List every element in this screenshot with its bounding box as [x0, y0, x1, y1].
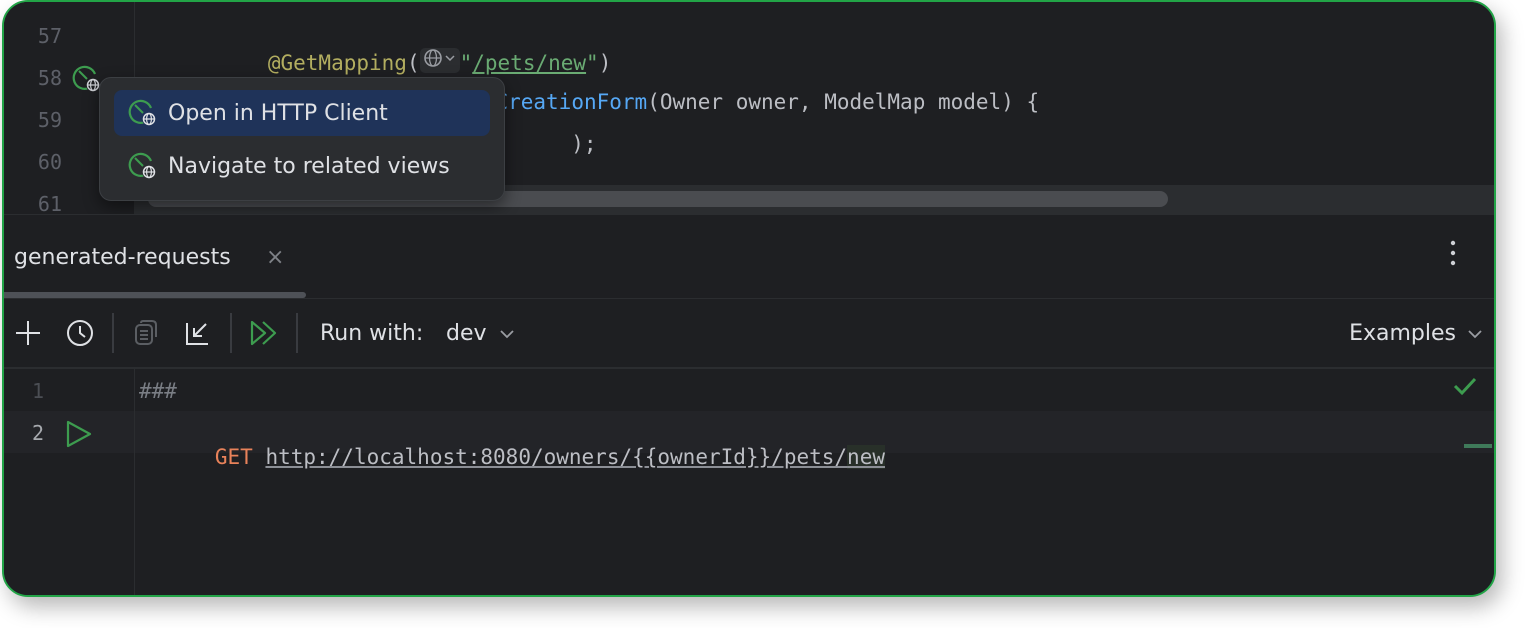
endpoint-globe-icon — [128, 98, 158, 128]
history-icon — [67, 320, 93, 346]
add-icon — [16, 321, 40, 345]
menu-item-label: Open in HTTP Client — [168, 100, 388, 126]
add-request-button[interactable] — [10, 315, 46, 351]
chevron-down-icon[interactable] — [1466, 325, 1484, 343]
chevron-down-icon[interactable] — [498, 325, 516, 343]
copy-button[interactable] — [128, 315, 164, 351]
tab-generated-requests[interactable]: generated-requests — [14, 245, 231, 270]
request-url-link[interactable]: http://localhost:8080/owners/{{ownerId}}… — [265, 445, 885, 469]
history-button[interactable] — [62, 315, 98, 351]
environment-selector[interactable]: dev — [446, 321, 487, 346]
line-number: 57 — [37, 24, 62, 48]
request-separator: ### — [139, 379, 177, 403]
inspection-ok-check-icon — [1453, 377, 1477, 396]
run-all-button[interactable] — [246, 315, 282, 351]
http-method: GET — [214, 445, 253, 469]
close-tab-icon[interactable]: × — [266, 245, 284, 270]
run-icon — [66, 420, 92, 448]
more-options-icon[interactable] — [1448, 239, 1458, 269]
url-text: http://localhost:8080/owners/{{ownerId}}… — [265, 445, 848, 469]
http-request-editor[interactable]: 1 2 ### GET http://localhost:8080/owners… — [4, 369, 1494, 595]
endpoint-gutter-icon[interactable] — [72, 64, 102, 94]
run-request-button[interactable] — [64, 419, 94, 453]
params-token: (Owner owner, ModelMap model) { — [647, 90, 1040, 114]
line-number: 60 — [37, 150, 62, 174]
scrollbar-marker — [1464, 444, 1492, 448]
menu-item-open-in-http-client[interactable]: Open in HTTP Client — [114, 90, 490, 136]
toolbar-separator — [230, 313, 232, 353]
import-icon — [186, 323, 208, 345]
endpoint-globe-icon — [128, 151, 158, 181]
line-number: 59 — [37, 108, 62, 132]
line-number: 1 — [31, 379, 44, 403]
examples-dropdown[interactable]: Examples — [1349, 321, 1456, 346]
url-highlighted-segment: new — [847, 445, 885, 469]
line-number: 58 — [37, 66, 62, 90]
request-editor-gutter — [4, 369, 135, 595]
toolbar-separator — [112, 313, 114, 353]
toolbar-separator — [296, 313, 298, 353]
line-number: 2 — [31, 421, 44, 445]
ide-window: 57 58 59 60 61 @GetMapping("/pets/new") … — [2, 0, 1496, 597]
http-client-toolbar: Run with: dev Examples — [4, 299, 1494, 369]
request-line: GET http://localhost:8080/owners/{{owner… — [139, 421, 885, 493]
tool-window-tabbar: generated-requests × — [4, 214, 1494, 300]
gutter-popup-menu: Open in HTTP Client Navigate to related … — [99, 77, 505, 201]
menu-item-navigate-to-related-views[interactable]: Navigate to related views — [114, 143, 490, 189]
run-all-icon — [250, 320, 277, 346]
import-button[interactable] — [180, 315, 216, 351]
run-with-label: Run with: — [320, 321, 424, 346]
copy-icon — [135, 320, 157, 345]
line-number: 61 — [37, 192, 62, 216]
menu-item-label: Navigate to related views — [168, 153, 450, 179]
